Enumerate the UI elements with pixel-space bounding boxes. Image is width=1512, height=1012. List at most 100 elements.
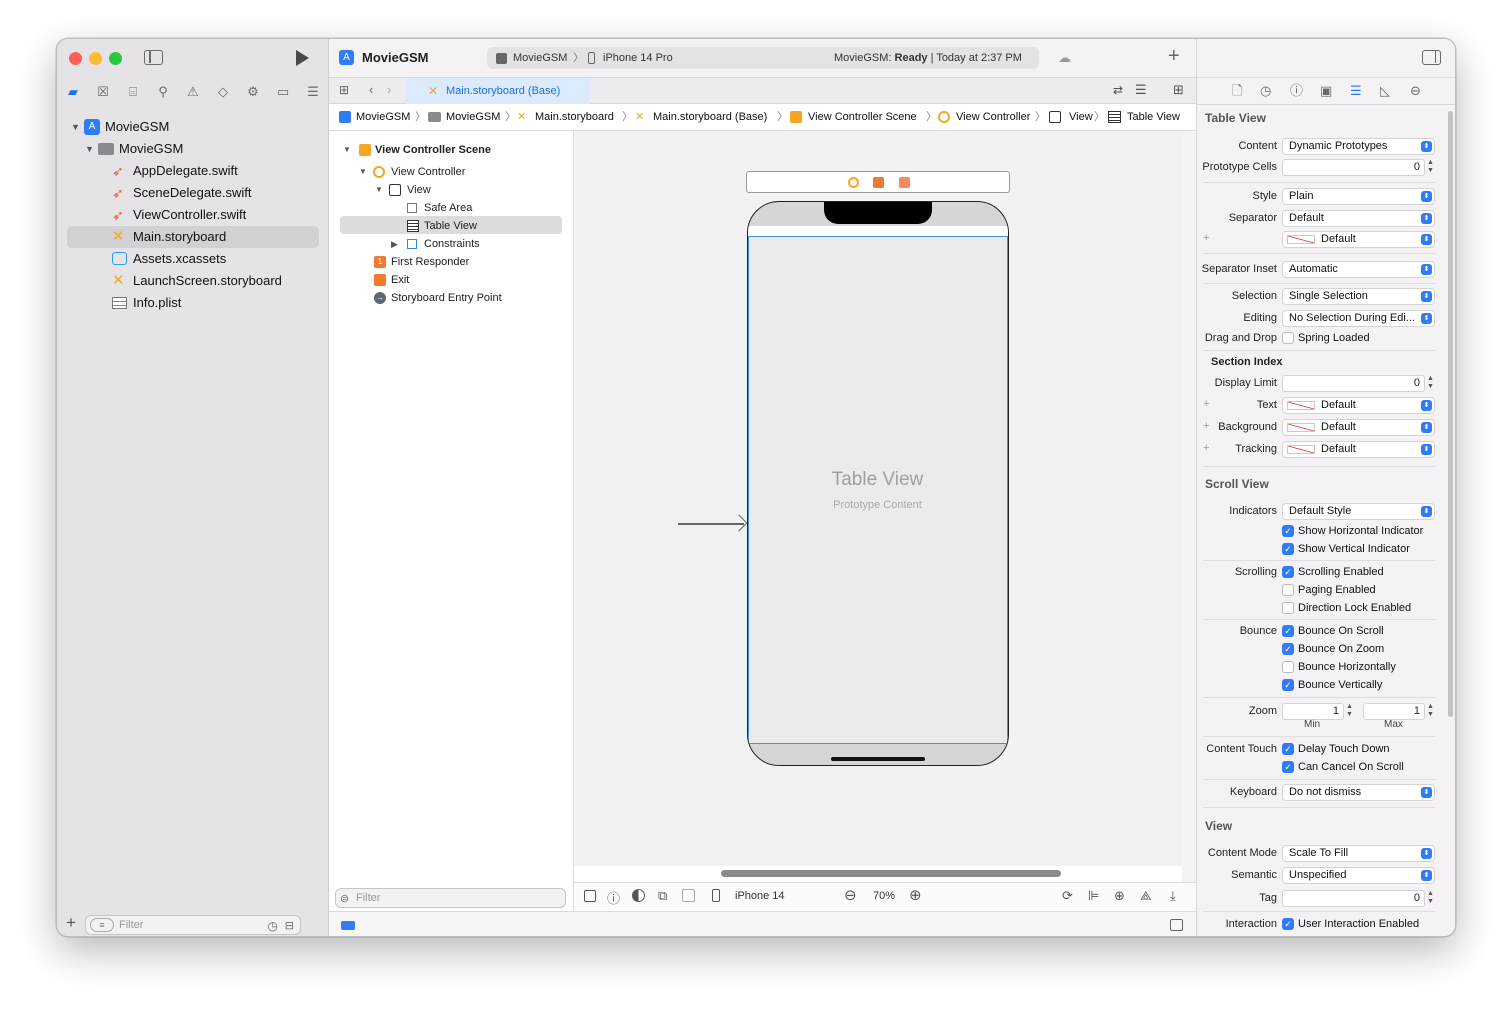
indicators-popup[interactable]: Default Style ⬍ [1282,503,1435,520]
split-editor-icon[interactable]: ⊞ [1173,82,1184,98]
add-variation-icon[interactable]: + [1203,442,1209,454]
report-icon[interactable]: ☰ [305,84,321,100]
run-button[interactable] [296,50,309,66]
zoom-level[interactable]: 70% [873,890,895,902]
breadcrumb-item[interactable]: View Controller Scene [808,104,917,130]
related-items-icon[interactable]: ⇄ [1113,83,1123,97]
debug-icon[interactable]: ⚙ [245,84,261,100]
exit-icon[interactable] [899,177,910,188]
index-background-color-popup[interactable]: Default ⬍ [1282,419,1435,436]
style-popup[interactable]: Plain ⬍ [1282,188,1435,205]
size-icon[interactable]: ◺ [1380,83,1390,99]
symbol-icon[interactable]: ⌸ [125,84,141,100]
breadcrumb-item[interactable]: MovieGSM [446,104,500,130]
orientation-icon[interactable]: ⧉ [658,888,667,904]
add-icon[interactable]: + [66,914,76,931]
iphone-frame[interactable]: Table View Prototype Content [747,201,1009,766]
add-variation-icon[interactable]: + [1203,420,1209,432]
add-variation-icon[interactable]: + [1203,232,1209,244]
keyboard-popup[interactable]: Do not dismiss ⬍ [1282,784,1435,801]
prototype-cells-field[interactable]: 0 [1282,159,1425,176]
tag-field[interactable]: 0 [1282,890,1425,907]
editor-options-icon[interactable]: ☰ [1135,82,1147,98]
inspector-scrollbar[interactable] [1448,111,1453,717]
minimize-window-button[interactable] [89,52,102,65]
breadcrumb-item[interactable]: Main.storyboard [535,104,614,130]
table-view-area[interactable]: Table View Prototype Content [748,236,1008,744]
scheme-selector[interactable]: MovieGSM [513,47,567,69]
display-limit-field[interactable]: 0 [1282,375,1425,392]
storyboard-canvas[interactable]: Table View Prototype Content [574,131,1182,877]
separator-popup[interactable]: Default ⬍ [1282,210,1435,227]
index-text-color-popup[interactable]: Default ⬍ [1282,397,1435,414]
filter-options-icon[interactable]: ≡ [90,918,114,932]
breadcrumb-item[interactable]: View [1069,104,1093,130]
tab-main-storyboard[interactable]: ✕ Main.storyboard (Base) [406,78,590,104]
view-controller-icon[interactable] [848,177,859,188]
search-icon[interactable]: ⚲ [155,84,171,100]
breadcrumb-item[interactable]: Table View [1127,104,1180,130]
device-icon[interactable] [712,889,720,902]
recent-icon[interactable]: ◷ [268,917,278,935]
index-tracking-color-popup[interactable]: Default ⬍ [1282,441,1435,458]
embed-in-icon[interactable]: ⤓ [1170,888,1176,904]
back-icon[interactable]: ‹ [369,82,373,97]
add-tab-icon[interactable]: + [1168,45,1180,68]
outline-filter-field[interactable]: ⊜ Filter [335,888,566,908]
close-window-button[interactable] [69,52,82,65]
stepper-icon[interactable]: ▲ ▼ [1426,703,1435,720]
warning-icon[interactable]: ⚠ [185,84,201,100]
navigator-filter-field[interactable]: ≡ Filter ◷ ⊟ [85,915,301,935]
stepper-icon[interactable]: ▲ ▼ [1426,159,1435,176]
breadcrumb-item[interactable]: MovieGSM [356,104,410,130]
stepper-icon[interactable]: ▲ ▼ [1345,703,1354,720]
semantic-popup[interactable]: Unspecified ⬍ [1282,867,1435,884]
outline-toggle-icon[interactable] [584,890,596,902]
breadcrumb-item[interactable]: View Controller [956,104,1030,130]
connections-icon[interactable]: ⊖ [1410,83,1421,99]
selection-popup[interactable]: Single Selection ⬍ [1282,288,1435,305]
history-icon[interactable]: ◷ [1260,83,1271,99]
resolve-issues-icon[interactable]: ⟁ [1140,888,1152,904]
zoom-window-button[interactable] [109,52,122,65]
zoom-max-field[interactable]: 1 [1363,703,1425,720]
debug-area-icon[interactable] [1170,919,1183,931]
scene-dock[interactable] [746,171,1010,193]
source-control-icon[interactable]: ☒ [95,84,111,100]
folder-icon[interactable]: ▰ [65,84,81,100]
breadcrumb-item[interactable]: Main.storyboard (Base) [653,104,767,130]
forward-icon[interactable]: › [387,82,391,97]
device-label[interactable]: iPhone 14 [735,890,785,902]
layout-icon[interactable] [682,889,695,902]
grid-icon[interactable]: ⊞ [339,83,349,97]
device-selector[interactable]: iPhone 14 Pro [603,47,673,69]
separator-color-popup[interactable]: Default ⬍ [1282,231,1435,248]
zoom-min-field[interactable]: 1 [1282,703,1344,720]
add-variation-icon[interactable]: + [1203,398,1209,410]
stepper-icon[interactable]: ▲ ▼ [1426,890,1435,907]
horizontal-scrollbar[interactable] [721,870,1061,877]
editing-popup[interactable]: No Selection During Edi... ⬍ [1282,310,1435,327]
help-icon[interactable]: ⓘ [1290,83,1303,99]
scm-filter-icon[interactable]: ⊟ [285,917,294,935]
zoom-in-icon[interactable]: ⊕ [909,886,922,904]
zoom-out-icon[interactable]: ⊖ [844,886,857,904]
sidebar-toggle-icon[interactable] [144,50,163,65]
content-popup[interactable]: Dynamic Prototypes ⬍ [1282,138,1435,155]
identity-icon[interactable]: ▣ [1320,83,1332,99]
file-icon[interactable]: 🗋 [1232,83,1242,99]
appearance-icon[interactable] [632,889,645,902]
align-icon[interactable]: ⊫ [1088,888,1099,904]
accessibility-icon[interactable]: ⓘ [607,888,620,907]
breakpoint-icon[interactable]: ▭ [275,84,291,100]
inspector-toggle-icon[interactable] [1422,50,1441,65]
separator-inset-popup[interactable]: Automatic ⬍ [1282,261,1435,278]
attributes-icon[interactable]: ☰ [1350,83,1362,99]
stepper-icon[interactable]: ▲ ▼ [1426,375,1435,392]
content-mode-popup[interactable]: Scale To Fill ⬍ [1282,845,1435,862]
pin-icon[interactable]: ⊕ [1114,888,1125,904]
debug-toggle-icon[interactable] [341,921,355,930]
test-icon[interactable]: ◇ [215,84,231,100]
first-responder-icon[interactable] [873,177,884,188]
update-frames-icon[interactable]: ⟳ [1062,888,1073,904]
